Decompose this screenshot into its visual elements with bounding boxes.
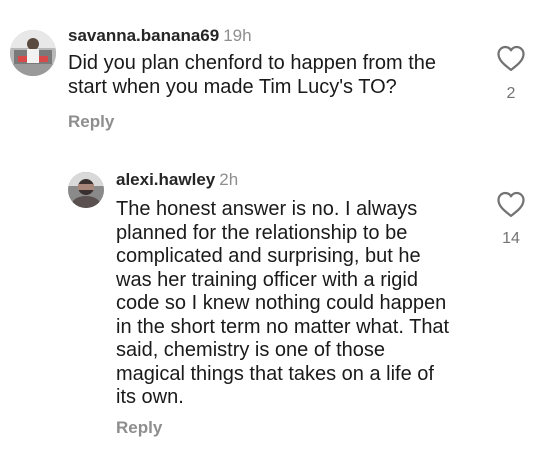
user-photo-icon xyxy=(68,172,104,208)
user-photo-icon xyxy=(10,30,56,76)
username[interactable]: alexi.hawley xyxy=(116,170,215,189)
like-count: 14 xyxy=(502,230,520,247)
like-count: 2 xyxy=(506,85,516,102)
comment-header: alexi.hawley 2h xyxy=(116,170,238,190)
timestamp: 2h xyxy=(219,170,239,189)
comment-text: The honest answer is no. I always planne… xyxy=(116,198,450,408)
comment-text: Did you plan chenford to happen from the… xyxy=(68,52,437,98)
reply-button[interactable]: Reply xyxy=(116,418,162,438)
reply-button[interactable]: Reply xyxy=(68,112,114,132)
avatar[interactable] xyxy=(10,30,56,76)
heart-outline-icon[interactable] xyxy=(496,44,526,72)
heart-outline-icon[interactable] xyxy=(496,190,526,218)
comment-header: savanna.banana69 19h xyxy=(68,26,252,46)
username[interactable]: savanna.banana69 xyxy=(68,26,219,45)
avatar[interactable] xyxy=(68,172,104,208)
timestamp: 19h xyxy=(223,26,252,45)
